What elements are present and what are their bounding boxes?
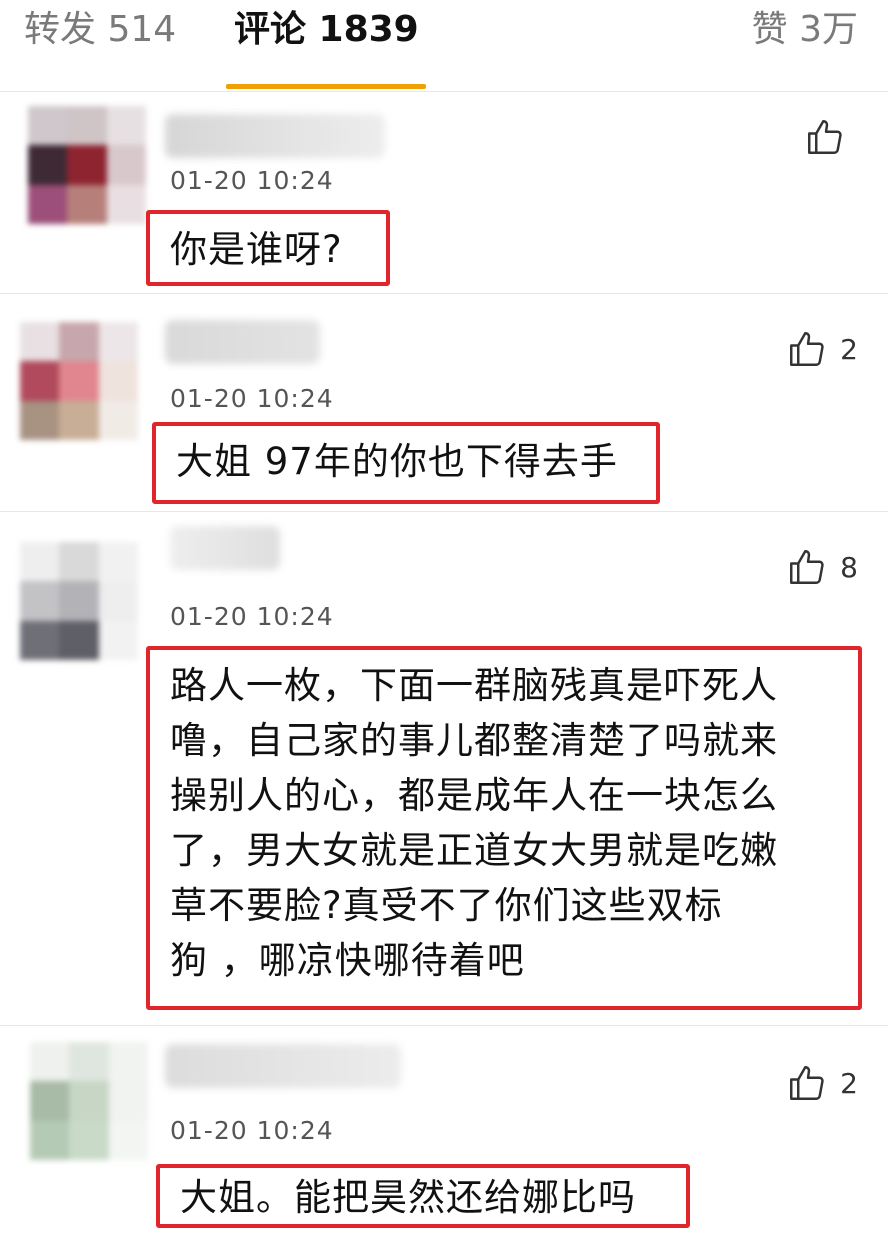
username-blurred[interactable] <box>165 1044 401 1088</box>
comment-time: 01-20 10:24 <box>170 166 334 195</box>
like-button[interactable]: 8 <box>786 546 858 588</box>
tab-comments[interactable]: 评论 1839 <box>234 8 419 52</box>
tab-likes[interactable]: 赞 3万 <box>752 8 858 52</box>
comment-time: 01-20 10:24 <box>170 602 334 631</box>
avatar[interactable] <box>30 1042 148 1160</box>
username-blurred[interactable] <box>165 320 320 364</box>
comment-text-line: 路人一枚，下面一群脑残真是吓死人 <box>170 664 778 707</box>
thumbs-up-icon <box>790 332 824 366</box>
like-count: 2 <box>840 1066 858 1100</box>
tab-repost[interactable]: 转发 514 <box>24 8 176 52</box>
like-button[interactable]: 2 <box>786 328 858 370</box>
comment-item: 01-20 10:24 2 大姐。能把昊然还给娜比吗 <box>0 1026 888 1236</box>
comment-item: 01-20 10:24 2 大姐 97年的你也下得去手 <box>0 294 888 512</box>
comment-time: 01-20 10:24 <box>170 384 334 413</box>
like-button[interactable]: 2 <box>786 1062 858 1104</box>
username-blurred[interactable] <box>165 114 385 158</box>
thumbs-up-icon <box>808 120 842 154</box>
thumbs-up-icon <box>790 1066 824 1100</box>
avatar[interactable] <box>20 542 138 660</box>
avatar[interactable] <box>28 106 146 224</box>
comment-text-line: 噜，自己家的事儿都整清楚了吗就来 <box>170 719 778 762</box>
comment-text: 大姐 97年的你也下得去手 <box>152 422 660 504</box>
like-count: 2 <box>840 332 858 366</box>
comment-text: 你是谁呀? <box>146 210 390 286</box>
comment-text: 大姐。能把昊然还给娜比吗 <box>156 1164 690 1228</box>
comment-text: 路人一枚，下面一群脑残真是吓死人 噜，自己家的事儿都整清楚了吗就来 操别人的心，… <box>146 646 862 1010</box>
like-button[interactable] <box>804 116 858 158</box>
comment-text-line: 了，男大女就是正道女大男就是吃嫩 <box>170 829 778 872</box>
comment-time: 01-20 10:24 <box>170 1116 334 1145</box>
comment-text-line: 狗 ，哪凉快哪待着吧 <box>170 939 525 982</box>
like-count: 8 <box>840 550 858 584</box>
comment-text-line: 操别人的心，都是成年人在一块怎么 <box>170 774 778 817</box>
avatar[interactable] <box>20 322 138 440</box>
comment-tabs: 转发 514 评论 1839 赞 3万 <box>0 0 888 92</box>
comment-item: 01-20 10:24 8 路人一枚，下面一群脑残真是吓死人 噜，自己家的事儿都… <box>0 512 888 1026</box>
active-tab-indicator <box>226 84 426 89</box>
comment-item: 01-20 10:24 你是谁呀? <box>0 92 888 294</box>
comment-text-line: 草不要脸?真受不了你们这些双标 <box>170 884 723 927</box>
thumbs-up-icon <box>790 550 824 584</box>
username-blurred[interactable] <box>170 526 280 570</box>
